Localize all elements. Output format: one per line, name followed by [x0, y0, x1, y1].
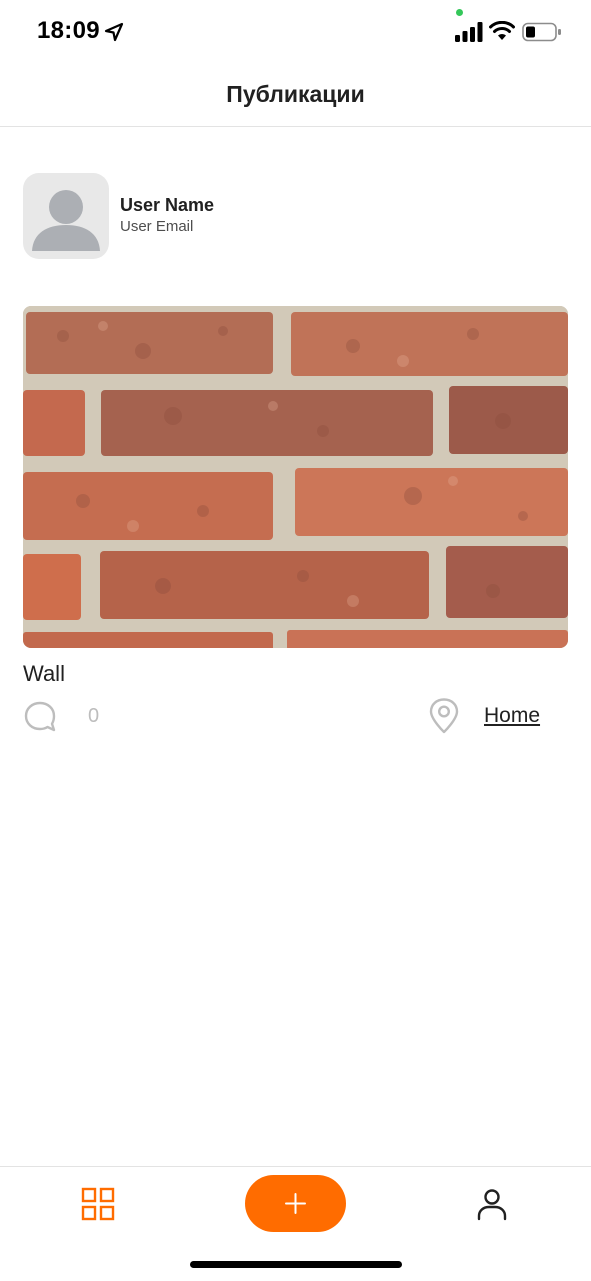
post-image[interactable]: [23, 306, 568, 648]
location-button[interactable]: [428, 698, 460, 734]
status-bar: 18:09: [0, 0, 591, 62]
tab-bar: [0, 1166, 591, 1281]
comment-icon: [24, 701, 56, 732]
page-title: Публикации: [226, 81, 365, 107]
add-post-button[interactable]: [245, 1175, 346, 1232]
privacy-indicator-dot: [456, 9, 463, 16]
post-title: Wall: [23, 661, 65, 686]
comments-count: 0: [88, 705, 100, 727]
home-indicator: [190, 1261, 402, 1268]
user-email: User Email: [120, 218, 194, 235]
location-arrow-icon: [104, 22, 124, 42]
map-pin-icon: [429, 698, 459, 734]
user-name: User Name: [120, 195, 215, 215]
location-link[interactable]: Home: [484, 704, 540, 728]
status-time: 18:09: [37, 17, 100, 44]
comments-button[interactable]: [23, 700, 57, 734]
wifi-icon: [489, 21, 515, 40]
avatar: [23, 173, 109, 259]
plus-icon: [285, 1193, 306, 1214]
user-placeholder-icon: [32, 190, 100, 251]
tab-posts[interactable]: [81, 1187, 115, 1221]
battery-icon: [522, 22, 561, 42]
tab-profile[interactable]: [475, 1187, 509, 1221]
signal-icon: [455, 22, 483, 42]
brick-wall-photo: [23, 306, 568, 648]
user-icon: [477, 1189, 507, 1221]
grid-icon: [81, 1187, 115, 1221]
header: Публикации: [0, 62, 591, 127]
